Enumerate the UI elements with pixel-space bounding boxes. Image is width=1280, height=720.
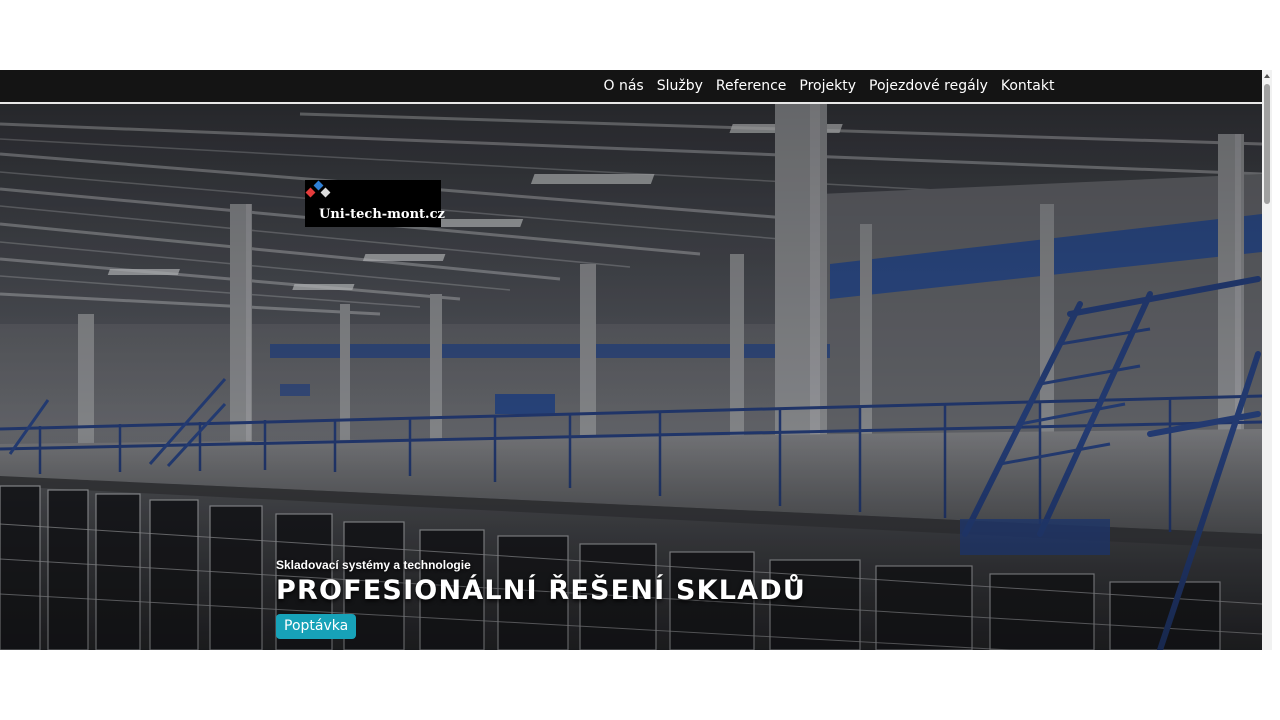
hero-subtitle: Skladovací systémy a technologie: [276, 558, 471, 572]
hero-caption: Skladovací systémy a technologie PROFESI…: [276, 558, 806, 639]
page-scrollbar[interactable]: [1262, 70, 1272, 650]
browser-viewport: O nás Služby Reference Projekty Pojezdov…: [0, 70, 1262, 650]
top-navbar: O nás Služby Reference Projekty Pojezdov…: [0, 70, 1262, 104]
site-logo[interactable]: Uni-tech-mont.cz: [305, 180, 445, 227]
nav-links: O nás Služby Reference Projekty Pojezdov…: [597, 70, 1061, 102]
nav-link-kontakt[interactable]: Kontakt: [994, 78, 1061, 94]
nav-link-pojezdove-regaly[interactable]: Pojezdové regály: [863, 78, 995, 94]
hero-title: PROFESIONÁLNÍ ŘEŠENÍ SKLADŮ: [276, 575, 806, 606]
diamond-tiles-icon: [305, 180, 331, 198]
nav-link-projekty[interactable]: Projekty: [793, 78, 863, 94]
hero-section: Uni-tech-mont.cz Skladovací systémy a te…: [0, 104, 1262, 650]
nav-link-reference[interactable]: Reference: [709, 78, 793, 94]
scroll-thumb[interactable]: [1264, 84, 1270, 204]
nav-link-sluzby[interactable]: Služby: [650, 78, 709, 94]
nav-link-o-nas[interactable]: O nás: [597, 78, 650, 94]
scroll-up-arrow-icon[interactable]: [1264, 74, 1270, 78]
logo-text: Uni-tech-mont.cz: [319, 207, 445, 222]
inquiry-button[interactable]: Poptávka: [276, 614, 357, 639]
